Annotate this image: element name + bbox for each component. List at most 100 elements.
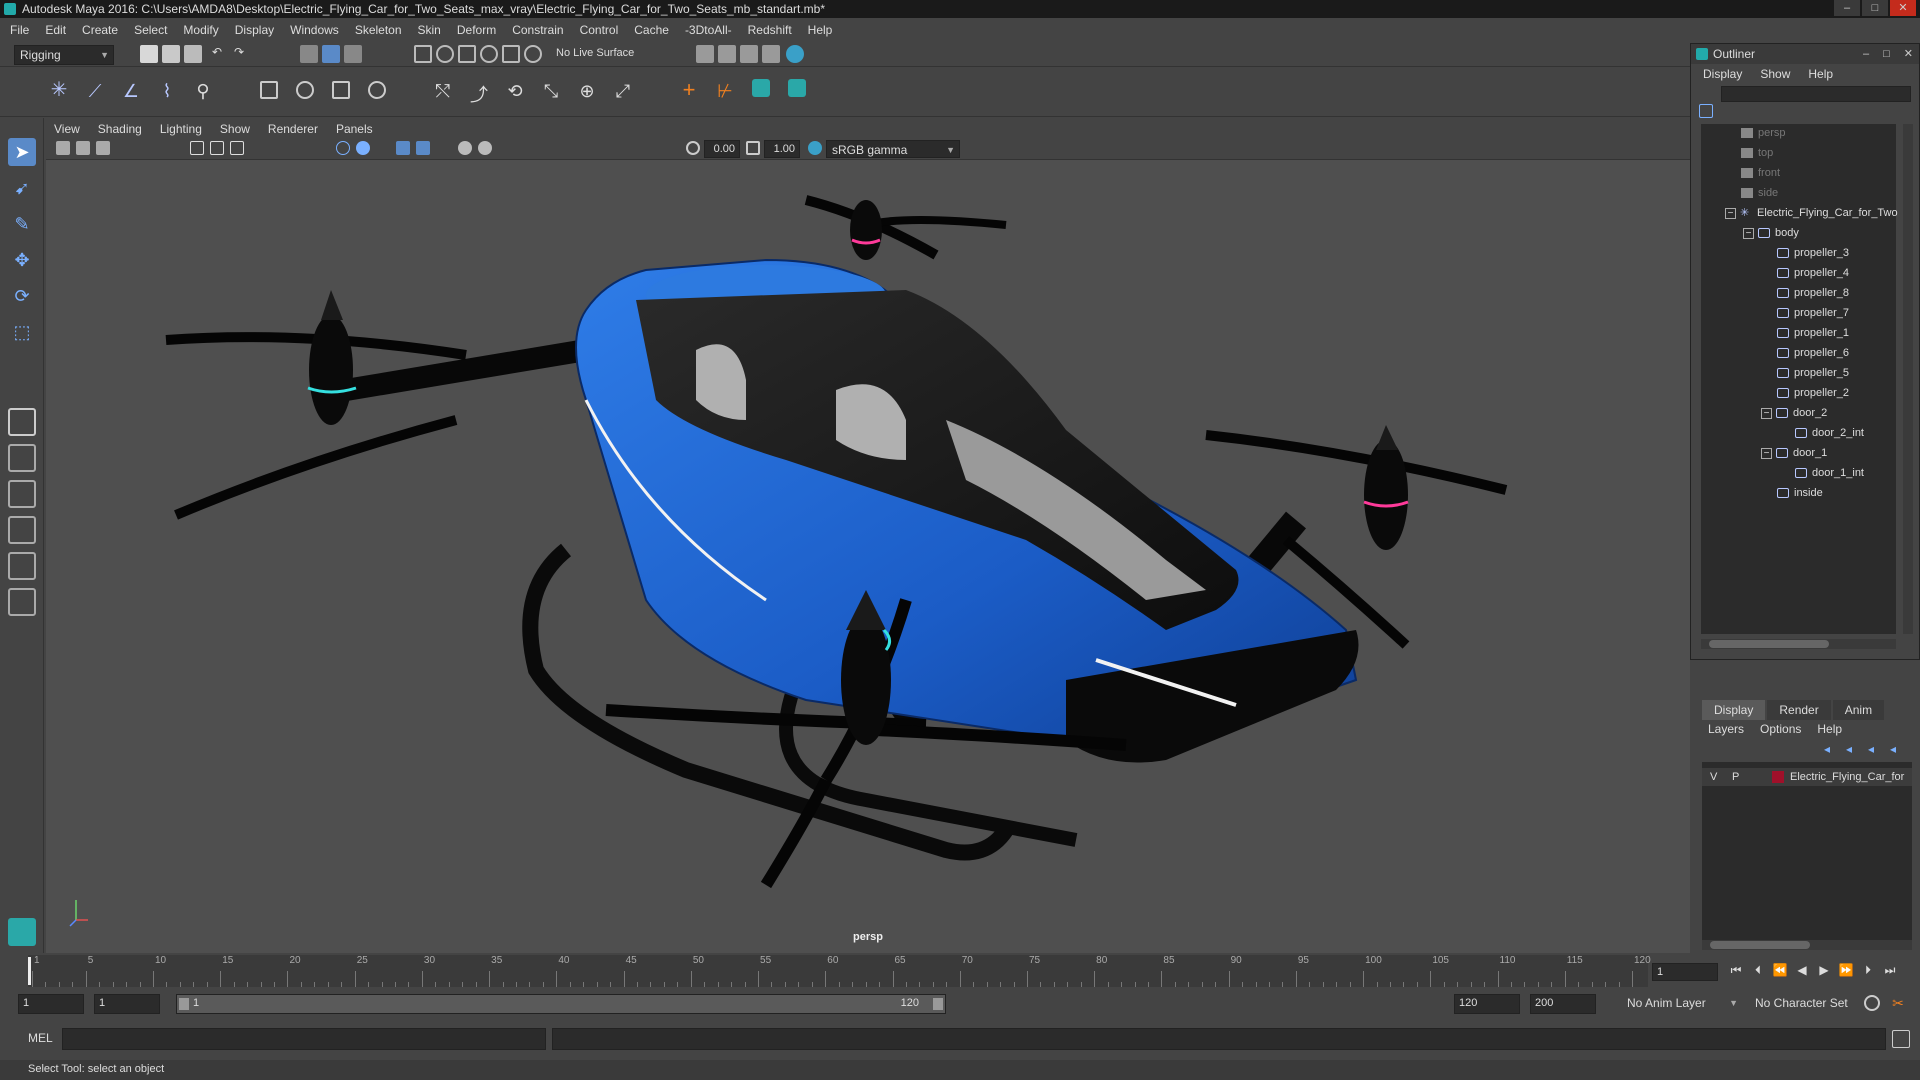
move-layer-down-icon[interactable]: ◂	[1890, 742, 1904, 756]
menu-help[interactable]: Help	[808, 23, 833, 37]
outliner-item[interactable]: door_2_int	[1795, 424, 1864, 442]
persp-viewport[interactable]: persp	[46, 160, 1690, 953]
outliner-filter-icon[interactable]	[1699, 104, 1713, 118]
menu-redshift[interactable]: Redshift	[748, 23, 792, 37]
new-layer-icon[interactable]: ◂	[1824, 742, 1838, 756]
four-view-icon[interactable]	[8, 444, 36, 472]
single-view-icon[interactable]	[8, 408, 36, 436]
time-slider[interactable]: 1 5 10 15 20 25 30 35 40 45 50 55 60 65 70 75 80 85 90 95 10…	[0, 955, 1920, 987]
tab-display[interactable]: Display	[1702, 700, 1766, 720]
outliner-menu-display[interactable]: Display	[1703, 67, 1742, 81]
current-frame-field[interactable]: 1	[1652, 963, 1718, 981]
exposure-icon[interactable]	[686, 141, 700, 155]
outliner-item[interactable]: top	[1741, 144, 1773, 162]
humanik-icon[interactable]: ⚲	[194, 81, 212, 101]
new-scene-icon[interactable]	[140, 45, 158, 63]
outliner-item[interactable]: propeller_4	[1777, 264, 1849, 282]
wireframe-icon[interactable]	[336, 141, 350, 155]
outliner-item[interactable]: front	[1741, 164, 1780, 182]
undo-icon[interactable]: ↶	[208, 45, 226, 63]
menu-constrain[interactable]: Constrain	[512, 23, 563, 37]
outliner-hscroll-thumb[interactable]	[1709, 640, 1829, 648]
layer-name[interactable]: Electric_Flying_Car_for	[1790, 768, 1904, 786]
animation-end-field[interactable]: 200	[1530, 994, 1596, 1014]
anim-layer-dropdown[interactable]: No Anim Layer ▼	[1622, 994, 1742, 1014]
animation-start-field[interactable]: 1	[18, 994, 84, 1014]
layer-visibility-toggle[interactable]: V	[1710, 768, 1717, 786]
snap-view-plane-icon[interactable]	[480, 45, 498, 63]
current-time-marker[interactable]	[28, 957, 31, 985]
shadows-icon[interactable]	[458, 141, 472, 155]
maximize-button[interactable]: □	[1862, 0, 1888, 16]
open-scene-icon[interactable]	[162, 45, 180, 63]
playback-start-field[interactable]: 1	[94, 994, 160, 1014]
cluster-icon[interactable]	[368, 81, 386, 99]
pole-vector-icon[interactable]: ⤢	[614, 81, 632, 101]
lights-icon[interactable]	[416, 141, 430, 155]
menu-cache[interactable]: Cache	[634, 23, 669, 37]
graph-layout-icon[interactable]	[8, 552, 36, 580]
menu-skeleton[interactable]: Skeleton	[355, 23, 402, 37]
anim-prefs-icon[interactable]: ✂	[1890, 995, 1906, 1011]
aim-constraint-icon[interactable]: ⊕	[578, 81, 596, 101]
bind-skin-icon[interactable]	[260, 81, 278, 99]
auto-key-icon[interactable]	[1864, 995, 1880, 1011]
move-tool-icon[interactable]: ✥	[8, 246, 36, 274]
paint-weights-icon[interactable]	[296, 81, 314, 99]
snap-surface-icon[interactable]	[502, 45, 520, 63]
outliner-item[interactable]: propeller_2	[1777, 384, 1849, 402]
menu-edit[interactable]: Edit	[45, 23, 66, 37]
playback-end-field[interactable]: 120	[1454, 994, 1520, 1014]
outliner-item[interactable]: side	[1741, 184, 1778, 202]
outliner-minimize-button[interactable]: –	[1863, 44, 1869, 64]
outliner-menu-show[interactable]: Show	[1760, 67, 1790, 81]
outliner-maximize-button[interactable]: □	[1883, 44, 1890, 64]
grid-icon[interactable]	[190, 141, 204, 155]
ambient-occlusion-icon[interactable]	[478, 141, 492, 155]
minimize-button[interactable]: –	[1834, 0, 1860, 16]
layer-row[interactable]: V P Electric_Flying_Car_for	[1702, 768, 1912, 786]
step-forward-key-icon[interactable]: ⏩	[1838, 962, 1854, 978]
orient-constraint-icon[interactable]: ⟲	[506, 81, 524, 101]
redo-icon[interactable]: ↷	[230, 45, 248, 63]
color-management-icon[interactable]	[808, 141, 822, 155]
select-by-object-icon[interactable]	[322, 45, 340, 63]
range-handle-right[interactable]	[933, 998, 943, 1010]
outliner-item[interactable]: − door_1	[1761, 444, 1827, 462]
gamma-icon[interactable]	[746, 141, 760, 155]
outliner-item[interactable]: propeller_3	[1777, 244, 1849, 262]
image-plane-icon[interactable]	[96, 141, 110, 155]
outliner-horizontal-scrollbar[interactable]	[1701, 639, 1896, 649]
menu-modify[interactable]: Modify	[183, 23, 218, 37]
redshift-render-icon[interactable]	[786, 45, 804, 63]
layer-hscrollbar[interactable]	[1702, 940, 1912, 950]
snap-curve-icon[interactable]	[436, 45, 454, 63]
ipr-render-icon[interactable]	[718, 45, 736, 63]
layer-menu-options[interactable]: Options	[1760, 722, 1801, 736]
vp-menu-view[interactable]: View	[54, 122, 80, 136]
outliner-item[interactable]: inside	[1777, 484, 1823, 502]
go-to-start-icon[interactable]: ⏮	[1728, 962, 1744, 978]
snap-live-icon[interactable]	[524, 45, 542, 63]
outliner-vertical-scrollbar[interactable]	[1903, 124, 1913, 634]
lattice-icon[interactable]	[332, 81, 350, 99]
live-surface-label[interactable]: No Live Surface	[556, 47, 634, 59]
menu-create[interactable]: Create	[82, 23, 118, 37]
camera-attributes-icon[interactable]	[56, 141, 70, 155]
vp-menu-renderer[interactable]: Renderer	[268, 122, 318, 136]
outliner-item[interactable]: persp	[1741, 124, 1786, 142]
layer-menu-layers[interactable]: Layers	[1708, 722, 1744, 736]
step-back-icon[interactable]: ⏴	[1750, 962, 1766, 978]
outliner-layout-icon[interactable]	[8, 516, 36, 544]
hypershade-icon[interactable]	[762, 45, 780, 63]
collapse-toggle[interactable]: −	[1725, 207, 1736, 219]
go-to-end-icon[interactable]: ⏭	[1882, 962, 1898, 978]
lasso-tool-icon[interactable]: ➹	[8, 174, 36, 202]
ik-spline-icon[interactable]: ⌇	[158, 81, 176, 101]
play-backward-icon[interactable]: ◀	[1794, 962, 1810, 978]
two-view-icon[interactable]	[8, 480, 36, 508]
command-input[interactable]	[62, 1028, 546, 1050]
script-editor-icon[interactable]	[1892, 1030, 1910, 1048]
paint-select-icon[interactable]: ✎	[8, 210, 36, 238]
point-constraint-icon[interactable]: ⤴	[470, 81, 488, 105]
